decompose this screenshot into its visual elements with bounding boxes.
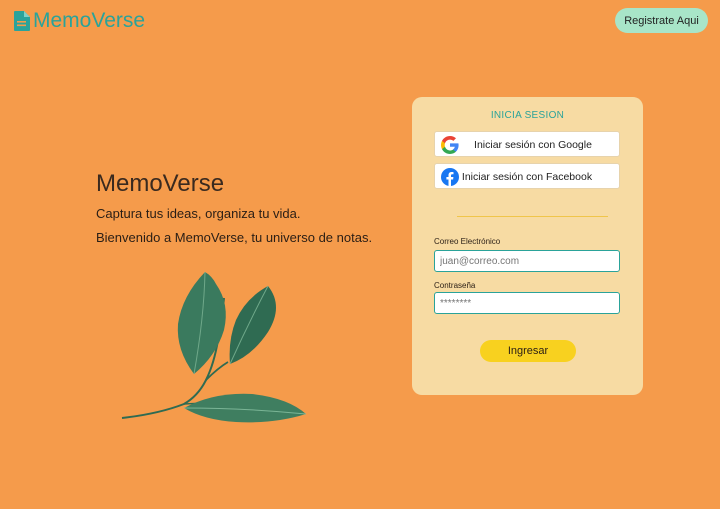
plant-illustration xyxy=(121,271,307,423)
login-card: INICIA SESION Iniciar sesión con Google … xyxy=(412,97,643,395)
document-icon xyxy=(14,11,30,31)
email-field[interactable] xyxy=(434,250,620,272)
login-title: INICIA SESION xyxy=(490,110,565,121)
login-button[interactable]: Ingresar xyxy=(480,340,576,362)
divider xyxy=(457,216,608,217)
hero-welcome: Bienvenido a MemoVerse, tu universo de n… xyxy=(96,230,373,245)
facebook-login-button[interactable]: Iniciar sesión con Facebook xyxy=(434,163,620,189)
brand-logo[interactable]: MemoVerse xyxy=(14,9,145,33)
register-button[interactable]: Registrate Aqui xyxy=(615,8,708,33)
password-label: Contraseña xyxy=(434,281,476,290)
hero-tagline: Captura tus ideas, organiza tu vida. xyxy=(96,206,301,221)
google-login-button[interactable]: Iniciar sesión con Google xyxy=(434,131,620,157)
password-field[interactable] xyxy=(434,292,620,314)
brand-name: MemoVerse xyxy=(33,9,146,32)
facebook-login-label: Iniciar sesión con Facebook xyxy=(461,171,593,183)
email-label: Correo Electrónico xyxy=(434,237,501,246)
hero-title: MemoVerse xyxy=(96,170,225,197)
google-login-label: Iniciar sesión con Google xyxy=(474,139,592,151)
